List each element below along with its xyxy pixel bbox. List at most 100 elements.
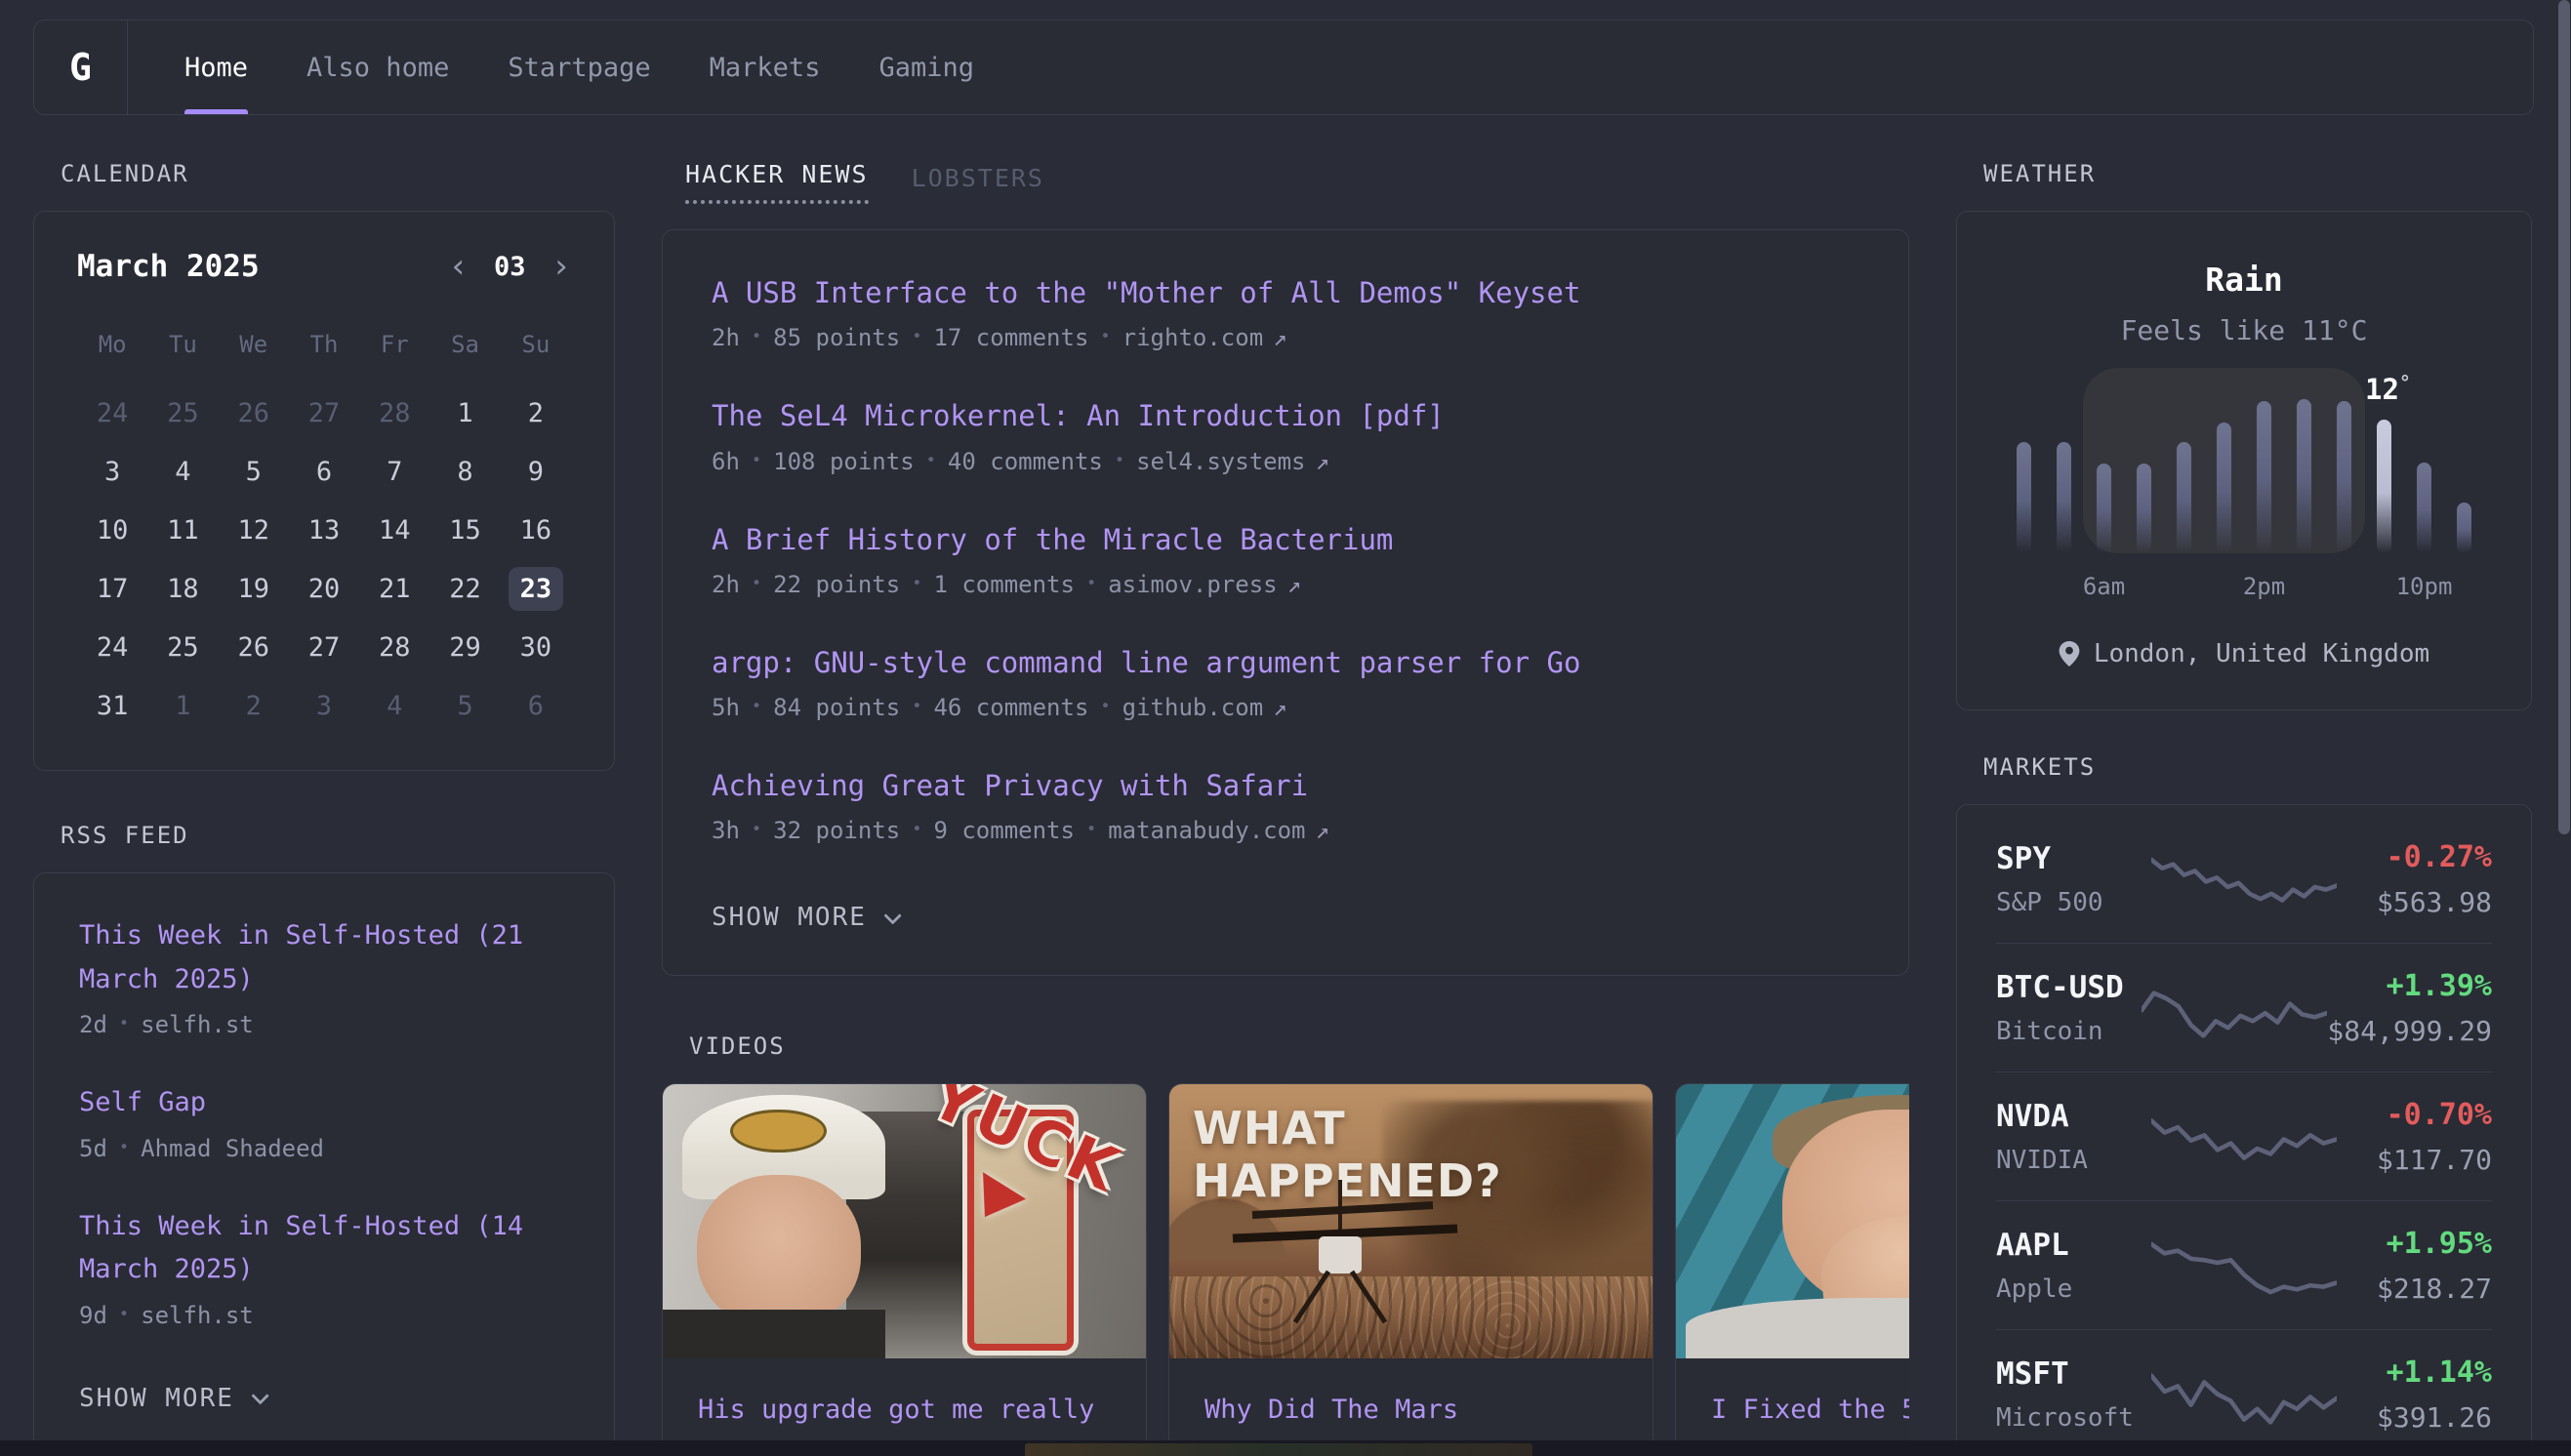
calendar-day: 12 [219,501,289,559]
page-scrollbar [2557,0,2571,1456]
meta-separator-dot: • [752,327,761,346]
calendar-month-number[interactable]: 03 [494,252,526,282]
meta-part: 5h [712,694,740,721]
meta-part: matanabudy.com [1108,817,1305,844]
hn-story-meta: 5h•84 points•46 comments•github.com↗ [712,694,1859,721]
calendar-day: 15 [429,501,500,559]
weather-time-label: 10pm [2396,573,2453,600]
calendar-day-number: 26 [226,391,281,435]
calendar-day: 24 [77,618,147,676]
weather-bar [2257,401,2271,553]
external-link-icon[interactable]: ↗ [1316,817,1329,844]
external-link-icon[interactable]: ↗ [1316,448,1329,475]
market-sparkline [2151,1229,2337,1303]
meta-separator-dot: • [1115,451,1124,470]
calendar-month-title: March 2025 [77,249,260,284]
hn-story: A USB Interface to the "Mother of All De… [712,275,1859,351]
calendar-day-number: 7 [367,450,422,494]
calendar-day: 2 [219,676,289,735]
meta-part: 2d [79,1011,107,1038]
location-pin-icon [2059,641,2080,667]
nav-links: Home Also home Startpage Markets Gaming [128,20,974,114]
external-link-icon[interactable]: ↗ [1287,571,1301,598]
meta-separator-dot: • [912,327,921,346]
market-row-msft[interactable]: MSFTMicrosoft+1.14%$391.26 [1996,1330,2492,1456]
nav-item-gaming[interactable]: Gaming [878,20,974,114]
scrollbar-thumb[interactable] [2558,0,2570,834]
rss-item-title[interactable]: This Week in Self-Hosted (21 March 2025) [79,914,569,1001]
nav-item-home[interactable]: Home [184,20,248,114]
market-row-nvda[interactable]: NVDANVIDIA-0.70%$117.70 [1996,1072,2492,1201]
hn-story-title[interactable]: argp: GNU-style command line argument pa… [712,645,1859,680]
calendar-day: 4 [359,676,429,735]
chevron-down-icon [883,907,901,924]
calendar-day-number: 1 [438,391,493,435]
rss-item-title[interactable]: This Week in Self-Hosted (14 March 2025) [79,1205,569,1292]
nav-item-startpage[interactable]: Startpage [508,20,650,114]
rss-item-title[interactable]: Self Gap [79,1081,569,1125]
news-source-tabs: HACKER NEWS LOBSTERS [662,160,1909,204]
weather-bar [2177,442,2191,553]
nav-item-also-home[interactable]: Also home [306,20,449,114]
hacker-news-widget: A USB Interface to the "Mother of All De… [662,229,1909,976]
meta-part: selfh.st [141,1302,254,1329]
weather-bar [2017,442,2031,553]
meta-part: righto.com [1122,324,1264,351]
market-sparkline [2151,1357,2337,1432]
calendar-day-number: 25 [155,391,210,435]
meta-separator-dot: • [752,574,761,593]
market-ticker: NVDA [1996,1099,2151,1134]
hn-story-title[interactable]: A Brief History of the Miracle Bacterium [712,522,1859,557]
video-card[interactable]: WHAT HAPPENED?Why Did The Mars Helicopte… [1168,1083,1653,1456]
hn-show-more-button[interactable]: SHOW MORE [712,903,1859,932]
rss-show-more-label: SHOW MORE [79,1384,234,1413]
hn-story-title[interactable]: The SeL4 Microkernel: An Introduction [p… [712,398,1859,433]
external-link-icon[interactable]: ↗ [1273,694,1286,721]
calendar-day: 30 [501,618,571,676]
calendar-heading: CALENDAR [33,160,615,187]
meta-part: 3h [712,817,740,844]
market-row-spy[interactable]: SPYS&P 500-0.27%$563.98 [1996,815,2492,944]
dashboard-columns: CALENDAR March 2025 ‹ 03 › MoTuWeThFrSaS… [33,160,2534,1456]
market-row-aapl[interactable]: AAPLApple+1.95%$218.27 [1996,1201,2492,1330]
calendar-weekday-row: MoTuWeThFrSaSu [77,323,571,384]
market-values: +1.39%$84,999.29 [2327,969,2492,1047]
video-card[interactable]: YUCKHis upgrade got me reallydirty - AMD… [662,1083,1147,1456]
tab-hacker-news[interactable]: HACKER NEWS [685,160,869,204]
meta-part: selfh.st [141,1011,254,1038]
tab-lobsters[interactable]: LOBSTERS [912,164,1044,204]
markets-heading: MARKETS [1956,753,2532,781]
meta-separator-dot: • [1086,820,1096,839]
meta-separator-dot: • [752,451,761,470]
calendar-day: 16 [501,501,571,559]
meta-part: asimov.press [1108,571,1277,598]
calendar-day-number: 6 [509,684,563,728]
calendar-next-icon[interactable]: › [551,250,571,283]
calendar-day-number: 3 [85,450,140,494]
meta-part: 32 points [773,817,900,844]
hn-story-title[interactable]: Achieving Great Privacy with Safari [712,768,1859,803]
meta-part: 2h [712,324,740,351]
calendar-widget: March 2025 ‹ 03 › MoTuWeThFrSaSu 2425262… [33,211,615,771]
calendar-day: 27 [289,384,359,442]
external-link-icon[interactable]: ↗ [1273,324,1286,351]
calendar-day: 31 [77,676,147,735]
video-card[interactable]: DOTHTI Fixed the 5Power Connect3d•Linus … [1675,1083,1909,1456]
calendar-day: 24 [77,384,147,442]
calendar-header: March 2025 ‹ 03 › [77,249,571,284]
meta-separator-dot: • [926,451,936,470]
market-row-btc-usd[interactable]: BTC-USDBitcoin+1.39%$84,999.29 [1996,944,2492,1072]
rss-show-more-button[interactable]: SHOW MORE [79,1384,569,1413]
calendar-day-number: 20 [297,567,351,611]
calendar-day: 20 [289,559,359,618]
calendar-day-number: 29 [438,626,493,669]
videos-heading: VIDEOS [662,1032,1909,1060]
app-logo[interactable]: G [34,20,128,114]
calendar-day-number: 12 [226,508,281,552]
videos-carousel: YUCKHis upgrade got me reallydirty - AMD… [662,1083,1909,1456]
weather-bar [2137,464,2151,553]
hn-story-title[interactable]: A USB Interface to the "Mother of All De… [712,275,1859,310]
sparkline-chart [2151,1229,2337,1303]
nav-item-markets[interactable]: Markets [710,20,821,114]
calendar-prev-icon[interactable]: ‹ [449,250,469,283]
